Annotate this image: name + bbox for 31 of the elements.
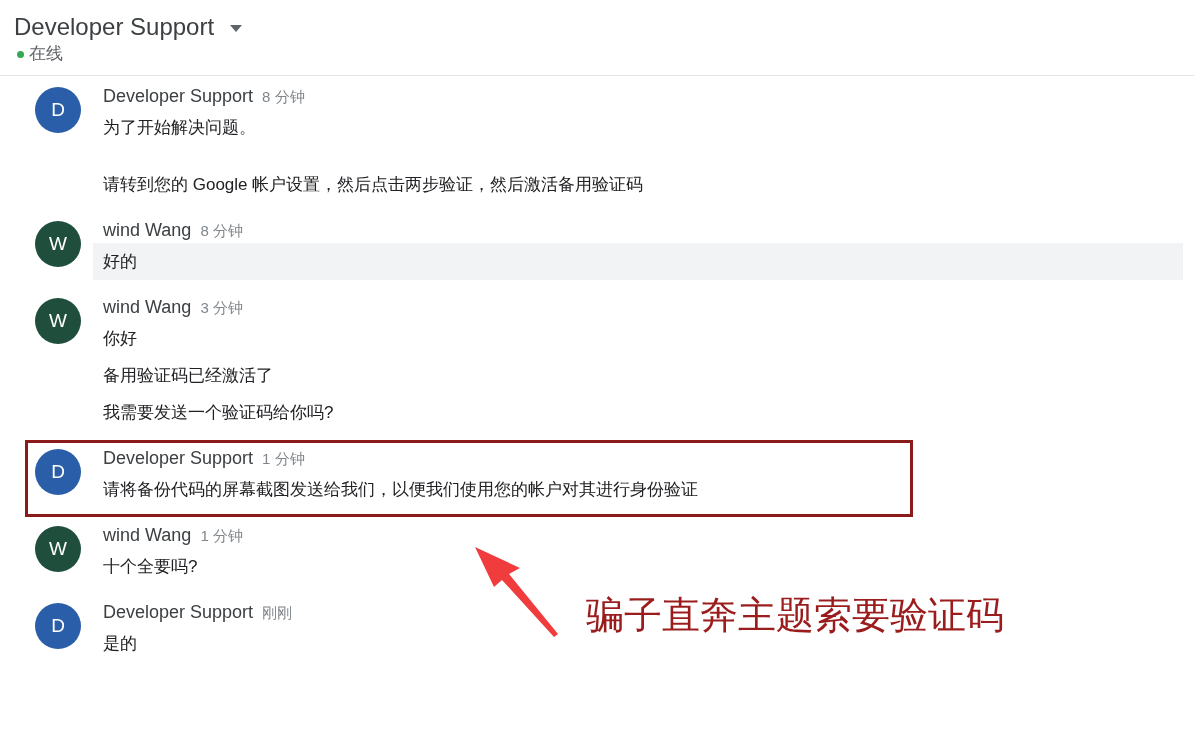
avatar: D bbox=[35, 87, 81, 133]
message-text: 备用验证码已经激活了 bbox=[103, 365, 274, 387]
message-text: 请将备份代码的屏幕截图发送给我们，以便我们使用您的帐户对其进行身份验证 bbox=[103, 479, 699, 501]
sender-name: Developer Support bbox=[103, 601, 254, 624]
avatar: D bbox=[35, 603, 81, 649]
status-text: 在线 bbox=[29, 43, 63, 65]
message-time: 3 分钟 bbox=[200, 298, 243, 318]
avatar: W bbox=[35, 298, 81, 344]
avatar: D bbox=[35, 449, 81, 495]
message-text: 你好 bbox=[103, 328, 138, 350]
sender-name: Developer Support bbox=[103, 447, 254, 470]
message-text: 十个全要吗? bbox=[103, 556, 199, 578]
message-time: 8 分钟 bbox=[262, 87, 305, 107]
sender-name: Developer Support bbox=[103, 85, 254, 108]
message-text: 好的 bbox=[93, 243, 1183, 280]
message-text: 是的 bbox=[103, 633, 138, 655]
message-text: 请转到您的 Google 帐户设置，然后点击两步验证，然后激活备用验证码 bbox=[103, 174, 645, 196]
sender-name: wind Wang bbox=[103, 524, 192, 547]
message-text: 我需要发送一个验证码给你吗? bbox=[103, 402, 335, 424]
message-time: 1 分钟 bbox=[200, 526, 243, 546]
sender-name: wind Wang bbox=[103, 296, 192, 319]
message-time: 1 分钟 bbox=[262, 449, 305, 469]
message-time: 刚刚 bbox=[262, 603, 293, 623]
message-time: 8 分钟 bbox=[200, 221, 243, 241]
chat-title: Developer Support bbox=[14, 12, 215, 42]
avatar: W bbox=[35, 526, 81, 572]
avatar: W bbox=[35, 221, 81, 267]
message-text: 为了开始解决问题。 bbox=[103, 117, 257, 139]
sender-name: wind Wang bbox=[103, 219, 192, 242]
annotation-caption: 骗子直奔主题索要验证码 bbox=[586, 593, 1004, 638]
dropdown-caret-icon[interactable] bbox=[230, 24, 243, 32]
